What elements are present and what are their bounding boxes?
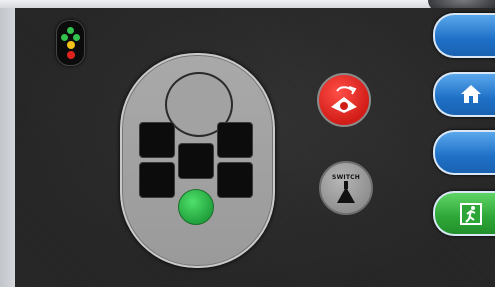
controller-key[interactable] — [139, 122, 175, 158]
controller-key[interactable] — [178, 143, 214, 179]
switch-icon — [337, 181, 355, 203]
controller-key[interactable] — [139, 162, 175, 198]
controller-key[interactable] — [217, 122, 253, 158]
left-bezel — [0, 8, 15, 287]
exit-button[interactable] — [433, 191, 495, 236]
go-button[interactable] — [178, 189, 214, 225]
home-button[interactable] — [433, 72, 495, 117]
side-nav-button-blank[interactable] — [433, 130, 495, 175]
traffic-red-light — [67, 51, 75, 59]
controller-key[interactable] — [217, 162, 253, 198]
top-bezel — [0, 0, 495, 8]
mixer-button[interactable] — [317, 73, 371, 127]
home-icon — [461, 85, 481, 103]
traffic-green-light — [67, 27, 74, 34]
traffic-green-light — [61, 34, 68, 41]
switch-button[interactable]: SWITCH — [319, 161, 373, 215]
traffic-green-light — [73, 34, 80, 41]
exit-door-icon — [460, 203, 482, 225]
traffic-light-icon — [56, 20, 85, 66]
side-nav-button-top[interactable] — [433, 13, 495, 58]
mixer-red-icon — [331, 86, 357, 113]
traffic-yellow-light — [67, 41, 75, 49]
